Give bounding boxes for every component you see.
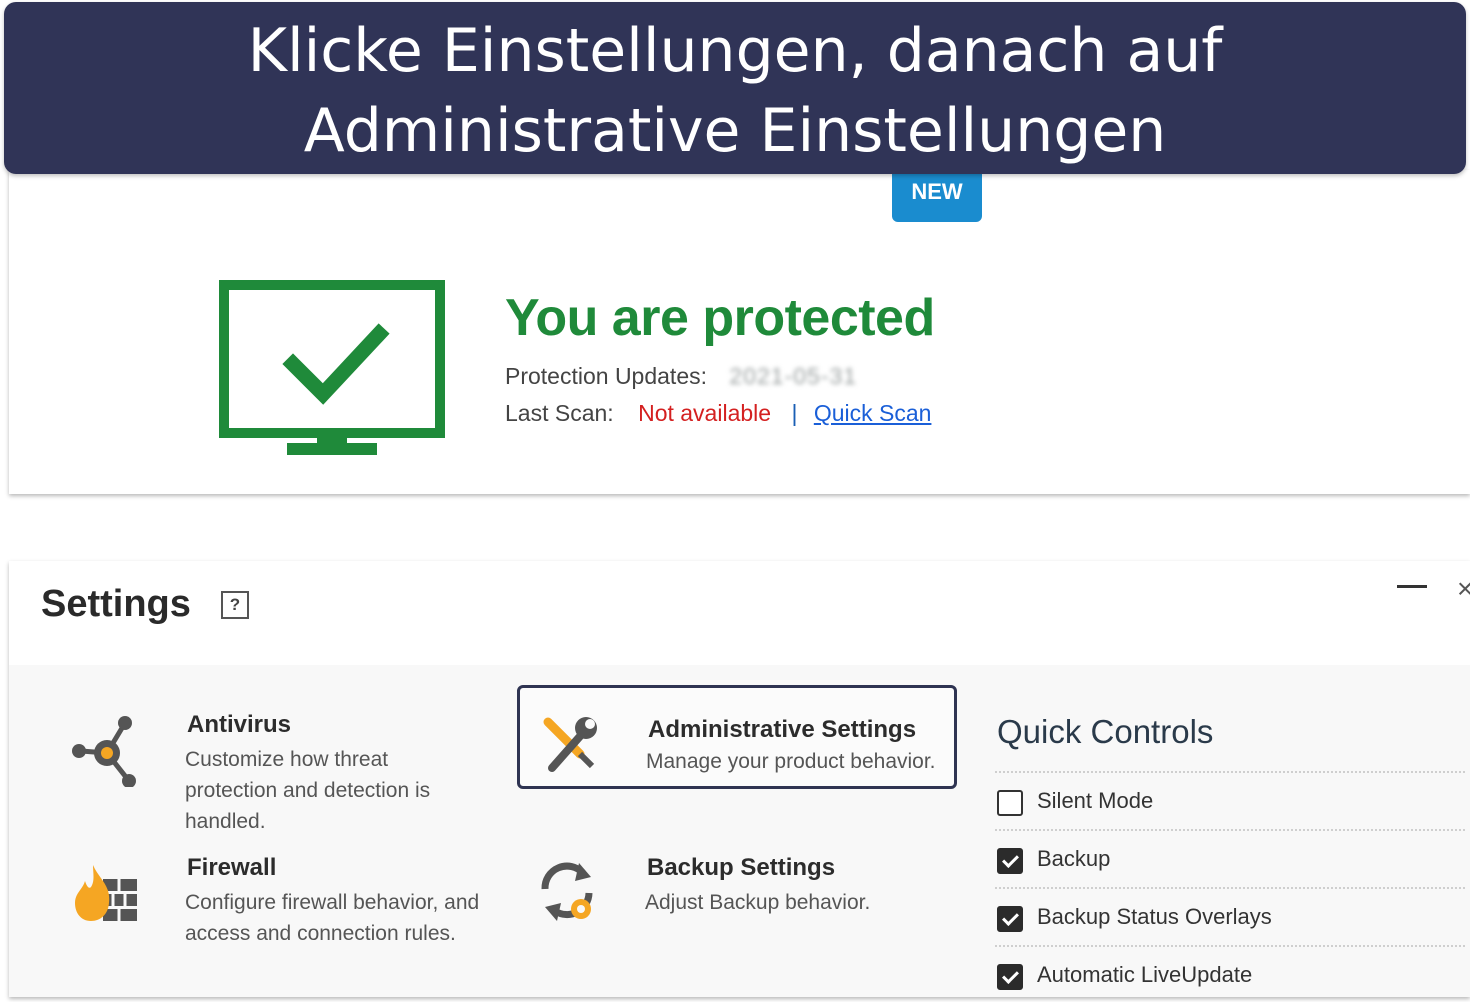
last-scan-value: Not available [638,400,772,426]
silent-mode-label: Silent Mode [1037,788,1154,813]
automatic-liveupdate-checkbox[interactable] [997,964,1023,990]
protection-updates-row: Protection Updates: 2021-05-31 [505,363,857,390]
antivirus-title: Antivirus [187,711,292,738]
backup-status-overlays-checkbox[interactable] [997,906,1023,932]
backup-sync-icon [541,862,593,921]
banner-line-1: Klicke Einstellungen, danach auf [247,16,1223,86]
help-icon[interactable]: ? [221,591,249,619]
close-icon[interactable]: × [1457,573,1470,605]
quick-controls-title: Quick Controls [997,713,1214,750]
administrative-settings-title: Administrative Settings [648,716,917,743]
protected-status-title: You are protected [505,289,935,347]
automatic-liveupdate-label: Automatic LiveUpdate [1037,962,1253,987]
backup-label: Backup [1037,846,1111,871]
firewall-title: Firewall [187,854,277,881]
firewall-tile[interactable]: Firewall Configure firewall behavior, an… [9,841,509,951]
silent-mode-checkbox[interactable] [997,790,1023,816]
backup-settings-title: Backup Settings [647,854,836,881]
backup-checkbox[interactable] [997,848,1023,874]
administrative-settings-desc: Manage your product behavior. [646,750,936,773]
settings-panel: Settings ? × Antivirus Customize how thr… [9,561,1470,997]
last-scan-label: Last Scan: [505,400,614,426]
banner-line-2: Administrative Einstellungen [303,96,1167,166]
backup-settings-tile[interactable]: Backup Settings Adjust Backup behavior. [519,841,959,951]
new-badge: NEW [892,170,982,222]
protection-status-panel: NEW You are protected Protection Updates… [9,170,1470,494]
antivirus-tile[interactable]: Antivirus Customize how threat protectio… [9,671,509,833]
quick-controls-divider [995,887,1465,889]
wrench-screwdriver-icon [543,717,597,772]
monitor-check-icon [219,280,445,455]
antivirus-nodes-icon [72,716,136,787]
antivirus-desc: Customize how threat protection and dete… [185,748,431,833]
instruction-banner: Klicke Einstellungen, danach auf Adminis… [4,2,1466,174]
last-scan-row: Last Scan: Not available | Quick Scan [505,400,931,427]
backup-status-overlays-label: Backup Status Overlays [1037,904,1272,929]
quick-controls-divider [995,945,1465,947]
settings-header: Settings ? × [9,561,1470,665]
firewall-desc: Configure firewall behavior, and access … [185,891,480,945]
separator: | [791,400,798,426]
backup-settings-desc: Adjust Backup behavior. [645,891,871,914]
quick-controls-divider [995,829,1465,831]
protection-updates-value: 2021-05-31 [729,363,858,389]
settings-title: Settings [41,583,191,625]
quick-controls-divider [995,771,1465,773]
administrative-settings-tile[interactable]: Administrative Settings Manage your prod… [517,685,957,789]
protection-updates-label: Protection Updates: [505,363,708,389]
minimize-icon[interactable] [1397,585,1427,588]
firewall-flame-icon [75,865,137,921]
quick-scan-link[interactable]: Quick Scan [814,400,932,426]
